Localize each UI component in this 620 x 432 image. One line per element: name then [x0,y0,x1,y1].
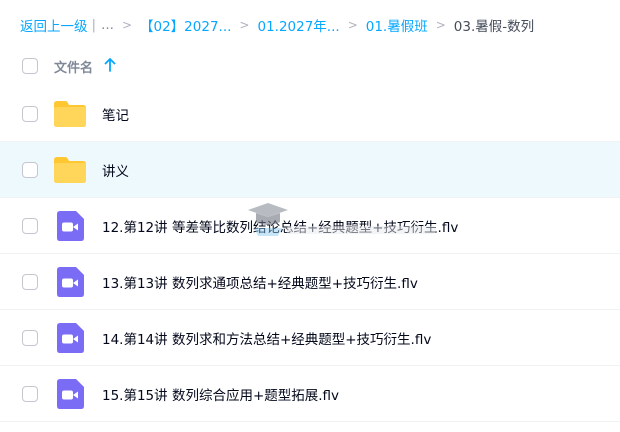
column-header-filename[interactable]: 文件名 [54,57,93,76]
file-list-header: 文件名 [0,50,620,82]
file-name[interactable]: 讲义 [102,160,129,180]
row-checkbox[interactable] [22,330,38,346]
select-all-checkbox[interactable] [22,58,38,74]
breadcrumb-current: 03.暑假-数列 [453,19,535,35]
row-checkbox[interactable] [22,106,38,122]
chevron-right-icon: > [347,18,358,32]
video-file-icon [57,379,84,409]
row-checkbox[interactable] [22,274,38,290]
file-row-3[interactable]: 13.第13讲 数列求通项总结+经典题型+技巧衍生.flv [0,254,620,310]
file-row-1[interactable]: 讲义 [0,142,620,198]
breadcrumb-divider: | [91,17,97,33]
breadcrumb-ellipsis[interactable]: ... [101,17,114,33]
file-name[interactable]: 笔记 [102,104,129,124]
video-file-icon [57,211,84,241]
file-name[interactable]: 13.第13讲 数列求通项总结+经典题型+技巧衍生.flv [102,272,418,292]
video-file-icon [57,323,84,353]
row-checkbox[interactable] [22,386,38,402]
breadcrumb-item-3[interactable]: 01.暑假班 [366,15,428,35]
row-checkbox[interactable] [22,162,38,178]
file-name[interactable]: 15.第15讲 数列综合应用+题型拓展.flv [102,384,339,404]
chevron-right-icon: > [239,18,250,32]
breadcrumb-item-1[interactable]: 【02】2027... [140,15,231,35]
video-file-icon [57,267,84,297]
file-name[interactable]: 12.第12讲 等差等比数列结论总结+经典题型+技巧衍生.flv [102,216,458,236]
file-row-2[interactable]: 12.第12讲 等差等比数列结论总结+经典题型+技巧衍生.flv [0,198,620,254]
file-row-4[interactable]: 14.第14讲 数列求和方法总结+经典题型+技巧衍生.flv [0,310,620,366]
file-row-0[interactable]: 笔记 [0,86,620,142]
folder-icon [54,157,86,183]
breadcrumb: 返回上一级 | ... > 【02】2027... > 01.2027年... … [0,0,620,50]
folder-icon [54,101,86,127]
file-name[interactable]: 14.第14讲 数列求和方法总结+经典题型+技巧衍生.flv [102,328,431,348]
chevron-right-icon: > [435,18,446,32]
breadcrumb-item-2[interactable]: 01.2027年... [257,15,339,35]
back-link[interactable]: 返回上一级 [20,15,88,35]
row-checkbox[interactable] [22,218,38,234]
sort-ascending-icon[interactable] [104,58,116,72]
file-list: 笔记 讲义 12.第12讲 等差等比数列结论总结+经典题型+技巧衍生.flv 1… [0,86,620,422]
chevron-right-icon: > [121,18,132,32]
file-row-5[interactable]: 15.第15讲 数列综合应用+题型拓展.flv [0,366,620,422]
